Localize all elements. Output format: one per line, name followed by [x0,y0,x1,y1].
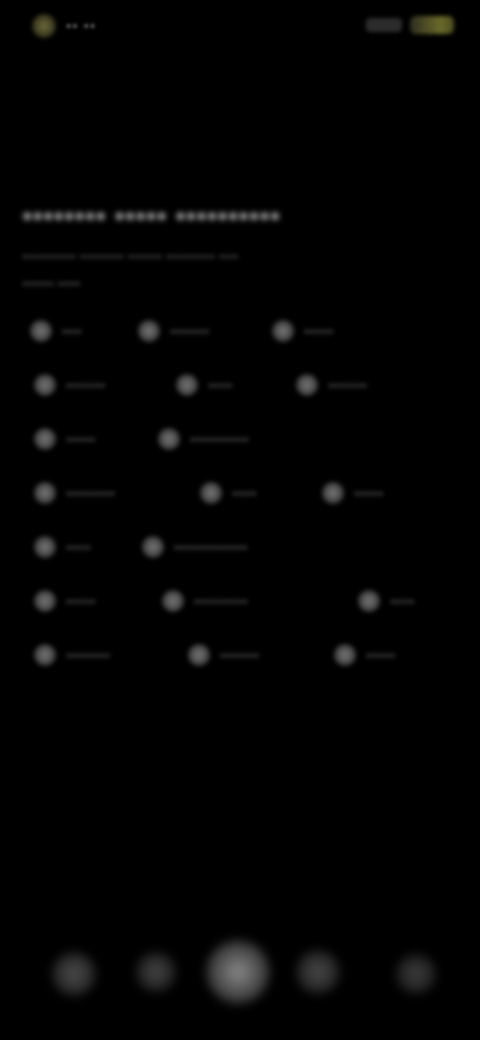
chip-label: •••••••••••• [190,431,249,447]
chip-icon [334,644,356,666]
chip-label: •••••• [66,593,96,609]
chip-row: ••••••••• •••••••• •••••• [22,641,462,669]
chip-list: •••• •••••••• •••••• •••••••• ••••• ••••… [22,317,462,669]
chip-item[interactable]: •••••••• [188,644,259,666]
chip-icon [358,590,380,612]
status-indicator-icon [32,14,56,38]
section-label: ••••••• ••••• [22,276,81,291]
chip-row: •••••• •••••••••••• [22,425,462,453]
chip-icon [322,482,344,504]
app-dock [40,930,450,1010]
chip-item[interactable]: •••••• [322,482,383,504]
chip-icon [34,374,56,396]
chip-row: ••••• ••••••••••••••• [22,533,462,561]
chip-icon [30,320,52,342]
status-time: •• •• [66,17,97,35]
chip-label: ••••• [232,485,257,501]
chip-row: •••••••• ••••• •••••••• [22,371,462,399]
chip-icon [176,374,198,396]
chip-label: •••••••• [170,323,210,339]
battery-icon [410,16,454,34]
camera-icon[interactable] [206,940,270,1004]
chip-label: •••••• [354,485,384,501]
chip-label: ••••••••••••••• [174,539,248,555]
apps-icon[interactable] [396,954,436,994]
page-title: •••••••• ••••• •••••••••• [22,200,281,233]
status-right [366,16,454,34]
status-bar: •• •• [0,0,480,56]
chip-icon [142,536,164,558]
chip-item[interactable]: ••••••••• [34,644,110,666]
messages-icon[interactable] [136,952,176,992]
chip-label: ••••••••••• [194,593,248,609]
chip-label: •••• [62,323,82,339]
chip-label: ••••• [390,593,415,609]
status-left: •• •• [32,14,96,38]
browser-icon[interactable] [296,950,340,994]
chip-item[interactable]: •••••• [34,590,95,612]
chip-item[interactable]: ••••• [34,536,91,558]
chip-item[interactable]: ••••••••••••••• [142,536,248,558]
chip-icon [188,644,210,666]
chip-label: ••••• [208,377,233,393]
chip-item[interactable]: •••••• [34,428,95,450]
chip-label: ••••• [66,539,91,555]
chip-item[interactable]: •••••••• [138,320,209,342]
chip-icon [200,482,222,504]
chip-icon [162,590,184,612]
chip-item[interactable]: •••••••••• [34,482,115,504]
chip-row: •••• •••••••• •••••• [22,317,462,345]
chip-item[interactable]: ••••• [358,590,415,612]
chip-row: •••••• ••••••••••• ••••• [22,587,462,615]
chip-label: ••••••••• [66,647,111,663]
chip-row: •••••••••• ••••• •••••• [22,479,462,507]
chip-icon [138,320,160,342]
chip-item[interactable]: ••••• [176,374,233,396]
chip-icon [34,482,56,504]
chip-item[interactable]: •••••••• [296,374,367,396]
chip-icon [296,374,318,396]
chip-item[interactable]: ••••••••••• [162,590,248,612]
signal-icon [366,18,402,32]
chip-icon [34,644,56,666]
chip-item[interactable]: •••••••• [34,374,105,396]
chip-label: •••••• [366,647,396,663]
chip-icon [34,428,56,450]
chip-icon [272,320,294,342]
chip-label: •••••••• [66,377,106,393]
chip-item[interactable]: ••••• [200,482,257,504]
chip-icon [158,428,180,450]
chip-label: •••••••• [328,377,368,393]
chip-label: •••••• [304,323,334,339]
chip-label: •••••••• [220,647,260,663]
chip-icon [34,590,56,612]
chip-item[interactable]: •••••• [272,320,333,342]
phone-icon[interactable] [52,952,96,996]
chip-label: •••••• [66,431,96,447]
chip-icon [34,536,56,558]
main-content: •••••••• ••••• •••••••••• ••••••••••• ••… [22,200,462,669]
chip-item[interactable]: •••••• [334,644,395,666]
chip-item[interactable]: •••• [30,320,82,342]
chip-item[interactable]: •••••••••••• [158,428,249,450]
chip-label: •••••••••• [66,485,116,501]
page-subtitle: ••••••••••• ••••••••• ••••••• ••••••••••… [22,248,239,264]
